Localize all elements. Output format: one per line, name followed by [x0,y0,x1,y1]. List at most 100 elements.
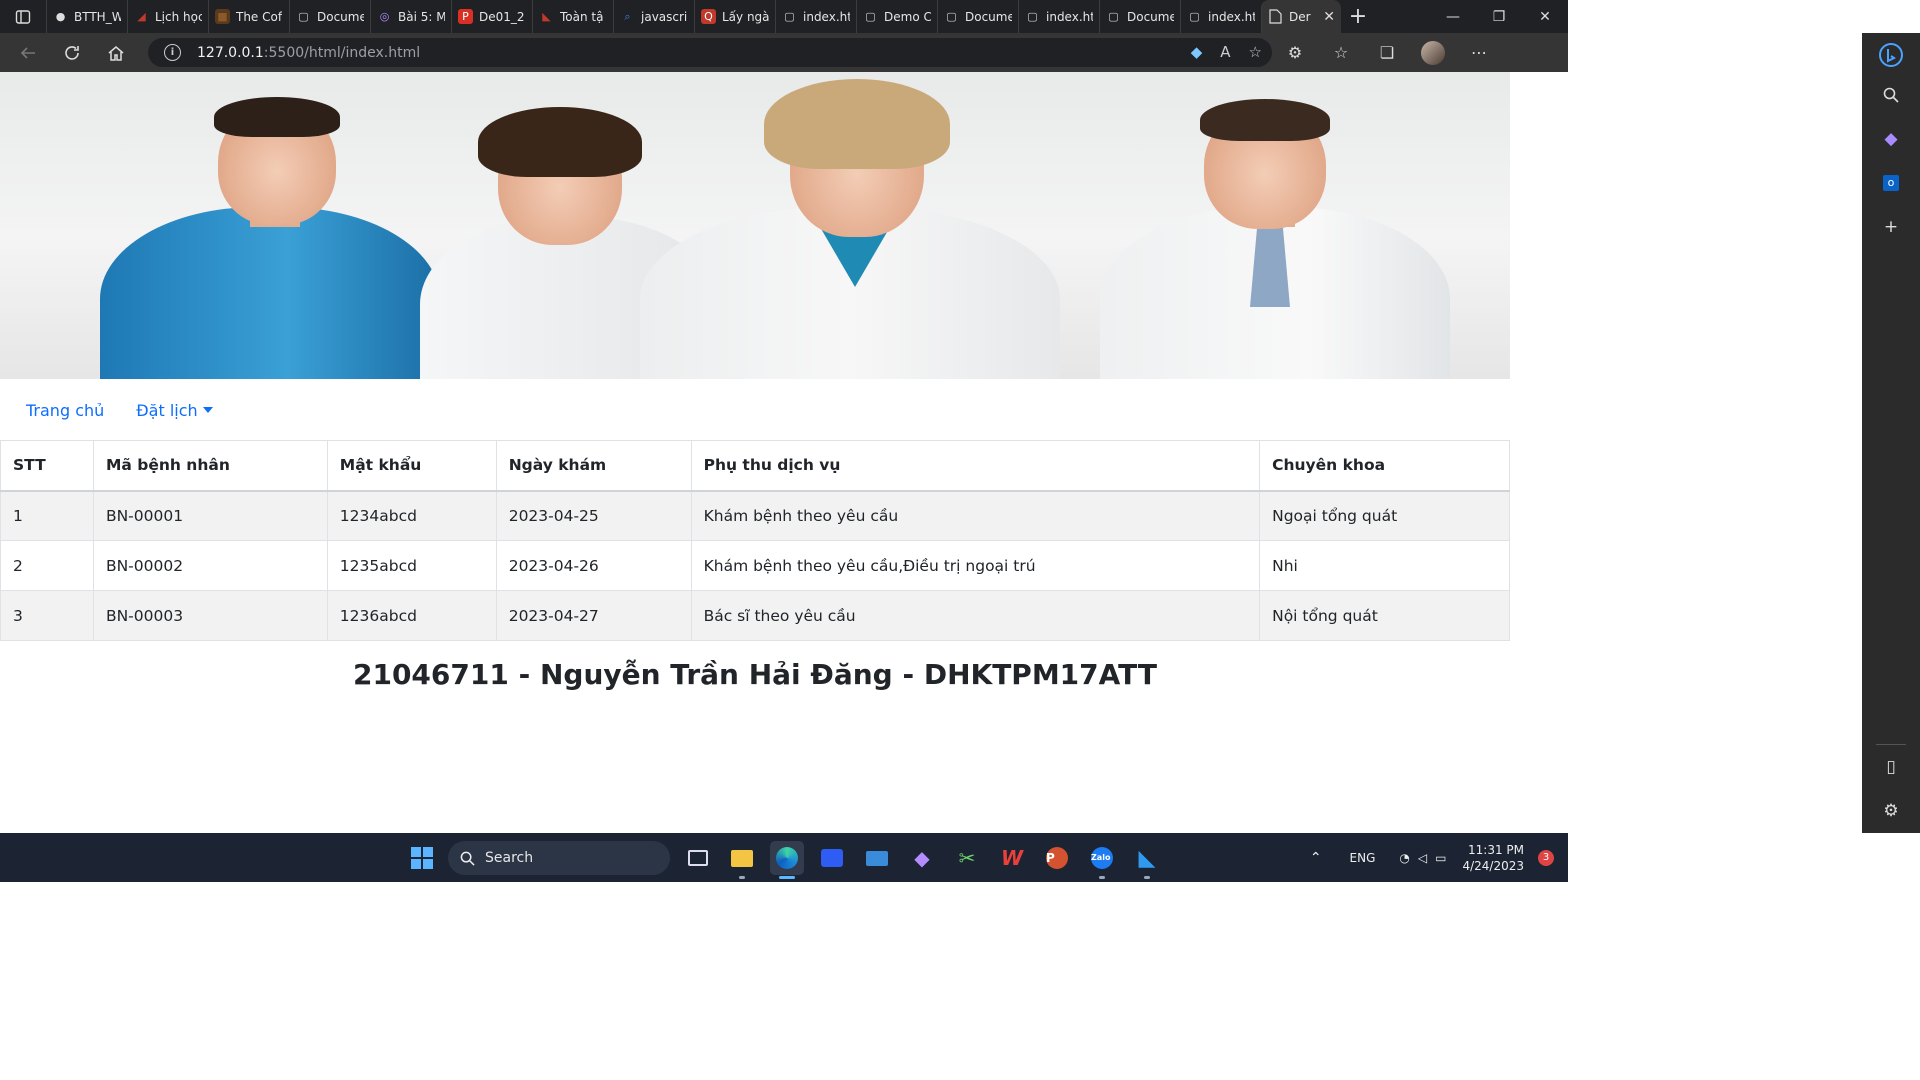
outlook-icon[interactable]: o [1862,161,1920,205]
tab-5[interactable]: ◎ Bài 5: M [370,0,451,33]
taskbar-search[interactable]: Search [448,841,670,875]
profile-avatar[interactable] [1421,40,1445,65]
collections-icon[interactable]: ❏ [1364,33,1410,72]
back-button[interactable] [6,33,50,72]
doctor-figure-4 [1080,87,1460,379]
tab-10[interactable]: ▢ index.ht [775,0,856,33]
nav-link-home[interactable]: Trang chủ [26,401,104,420]
search-icon[interactable] [1862,73,1920,117]
tab-label: Bài 5: M [398,9,445,24]
tab-4[interactable]: ▢ Docume [289,0,370,33]
tab-2[interactable]: ◢ Lịch học [127,0,208,33]
wps-office-icon[interactable]: W [995,841,1029,875]
add-favorite-icon[interactable]: ☆ [1249,43,1262,61]
tab-11[interactable]: ▢ Demo C [856,0,937,33]
header-exam-date: Ngày khám [495,440,692,492]
read-aloud-icon[interactable]: A [1220,43,1230,61]
cell-stt: 2 [0,540,94,591]
input-language[interactable]: ENG [1350,851,1376,865]
cell-specialty: Nội tổng quát [1259,590,1510,641]
window-controls: — ❐ ✕ [1430,0,1568,33]
snipping-tool-icon[interactable]: ✂ [950,841,984,875]
tab-actions-icon [15,9,31,24]
tab-label: index.ht [803,9,850,24]
extensions-icon[interactable]: ⚙ [1272,33,1318,72]
header-password: Mật khẩu [326,440,497,492]
tab-7[interactable]: ◣ Toàn tậ [532,0,613,33]
tab-12[interactable]: ▢ Docume [937,0,1018,33]
tab-6[interactable]: P De01_2 [451,0,532,33]
cell-stt: 1 [0,490,94,541]
tab-15[interactable]: ▢ index.ht [1180,0,1261,33]
nav-dropdown-booking[interactable]: Đặt lịch [136,401,213,420]
file-explorer-icon[interactable] [725,841,759,879]
cell-exam-date: 2023-04-25 [495,490,692,541]
tab-8[interactable]: ⌕ javascri [613,0,694,33]
add-sidebar-app-icon[interactable]: + [1862,205,1920,249]
tab-actions-button[interactable] [0,0,46,33]
new-tab-button[interactable]: + [1341,4,1375,29]
minimize-button[interactable]: — [1430,0,1476,33]
browser-tab-bar: ● BTTH_W ◢ Lịch học ■ The Cof ▢ Docume ◎ Bài 5: M… [0,0,1568,33]
copilot-taskbar-icon[interactable]: ◆ [905,841,939,875]
header-stt: STT [0,440,94,492]
tab-label: The Cof [236,9,283,24]
restore-button[interactable]: ❐ [1476,0,1522,33]
clock-date: 4/24/2023 [1462,858,1524,873]
home-button[interactable] [94,33,138,72]
more-options-icon[interactable]: ⋯ [1456,33,1502,72]
table-header-row: STT Mã bệnh nhân Mật khẩu Ngày khám Phụ … [0,440,1510,492]
tab-13[interactable]: ▢ index.ht [1018,0,1099,33]
pdf-icon: P [458,9,473,24]
qa-icon: Q [701,9,716,24]
tab-label: javascri [641,9,688,24]
back-arrow-icon [20,46,35,59]
bing-icon[interactable] [1862,33,1920,77]
tab-1[interactable]: ● BTTH_W [46,0,127,33]
wifi-icon[interactable]: ◔ [1399,851,1409,865]
close-window-button[interactable]: ✕ [1522,0,1568,33]
favorites-icon[interactable]: ☆ [1318,33,1364,72]
copilot-icon[interactable]: ◆ [1862,117,1920,161]
tab-3[interactable]: ■ The Cof [208,0,289,33]
tab-active[interactable]: Der ✕ [1261,0,1341,33]
battery-icon[interactable]: ▭ [1435,851,1446,865]
start-button[interactable] [405,841,439,875]
close-tab-icon[interactable]: ✕ [1323,9,1335,25]
tab-label: De01_2 [479,9,525,24]
edge-taskbar-icon[interactable] [770,841,804,879]
tab-label: Demo C [884,9,931,24]
document-icon: ▢ [1189,10,1200,23]
document-icon: ▢ [1108,10,1119,23]
student-info-heading: 21046711 - Nguyễn Trần Hải Đăng - DHKTPM… [352,658,1157,691]
header-service-surcharge: Phụ thu dịch vụ [690,440,1261,492]
hide-sidebar-icon[interactable]: ▯ [1862,745,1920,789]
patients-table: STT Mã bệnh nhân Mật khẩu Ngày khám Phụ … [0,440,1510,641]
sidebar-bottom: ▯ ⚙ [1862,744,1920,833]
cell-stt: 3 [0,590,94,641]
app-icon[interactable] [815,841,849,875]
volume-icon[interactable]: ◁ [1418,851,1427,865]
tag-icon[interactable]: ◆ [1191,43,1203,61]
tab-14[interactable]: ▢ Docume [1099,0,1180,33]
mail-icon[interactable] [860,841,894,875]
address-bar[interactable]: i 127.0.0.1:5500/html/index.html ◆ A ☆ [148,38,1272,67]
vscode-icon[interactable]: ◣ [1130,841,1164,879]
taskbar-search-label: Search [485,850,534,866]
browser-toolbar: ⚙ ☆ ❏ ⋯ [1272,33,1502,72]
windows-logo-icon [411,847,433,869]
powerpoint-icon[interactable]: P [1040,841,1074,875]
show-hidden-icons-chevron-icon[interactable]: ⌃ [1310,850,1322,866]
task-view-icon[interactable] [681,841,715,875]
cell-service-surcharge: Bác sĩ theo yêu cầu [690,590,1261,641]
table-row: 3 BN-00003 1236abcd 2023-04-27 Bác sĩ th… [0,590,1510,641]
zalo-icon[interactable]: Zalo [1085,841,1119,879]
document-icon: ▢ [298,10,309,23]
system-clock[interactable]: 11:31 PM 4/24/2023 [1462,842,1524,874]
notification-badge[interactable]: 3 [1538,849,1554,866]
tab-label: Lịch học [155,9,202,24]
site-info-icon[interactable]: i [164,44,181,61]
sidebar-settings-icon[interactable]: ⚙ [1862,789,1920,833]
refresh-button[interactable] [50,33,94,72]
tab-9[interactable]: Q Lấy ngà [694,0,775,33]
